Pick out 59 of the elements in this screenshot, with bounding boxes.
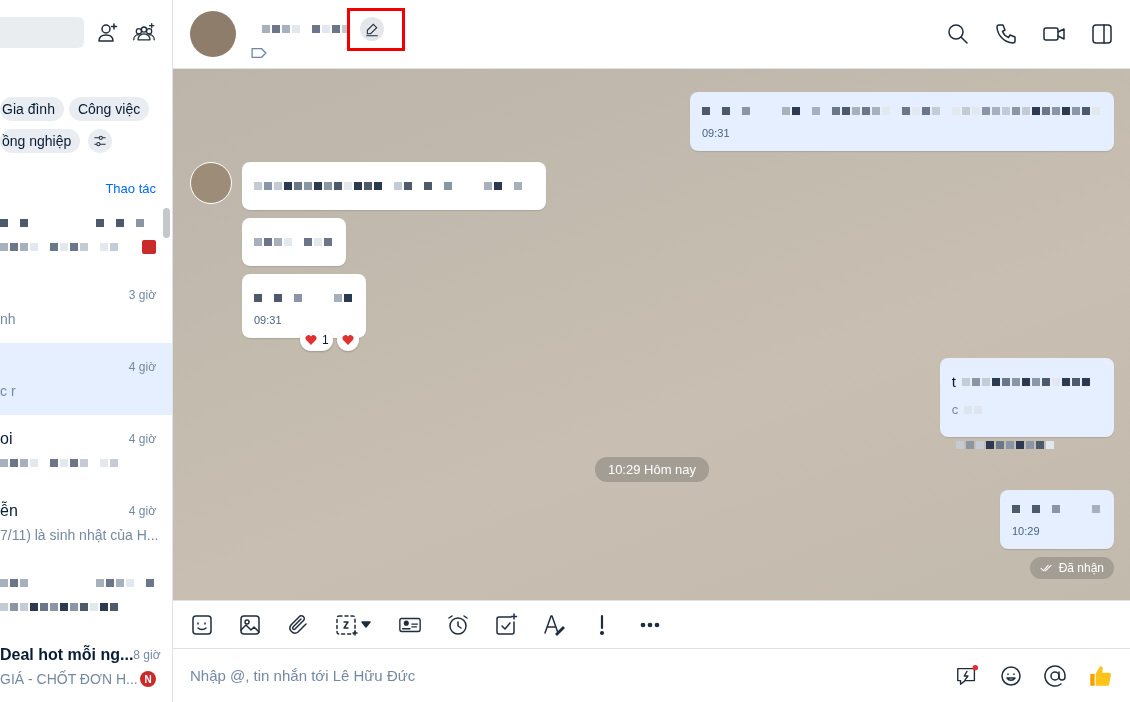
search-icon[interactable] bbox=[946, 22, 970, 46]
date-divider: 10:29 Hôm nay bbox=[594, 457, 710, 482]
pixelated-text bbox=[0, 579, 30, 587]
action-link[interactable]: Thao tác bbox=[105, 181, 156, 196]
message-preview: c r bbox=[0, 383, 16, 399]
timestamp: 4 giờ bbox=[128, 504, 156, 518]
scrollbar-thumb[interactable] bbox=[163, 208, 170, 238]
pencil-icon bbox=[364, 21, 380, 37]
filter-settings-button[interactable] bbox=[88, 129, 113, 153]
image-icon[interactable] bbox=[238, 612, 262, 637]
conversation-item[interactable]: Deal hot mỗi ng...8 giờ GIÁ - CHỐT ĐƠN H... N bbox=[0, 631, 172, 702]
message-time: 10:29 bbox=[1012, 525, 1041, 537]
add-friend-icon[interactable] bbox=[96, 20, 120, 45]
photo-placeholder[interactable] bbox=[190, 11, 236, 57]
pixelated-text bbox=[0, 219, 30, 227]
smiley-icon[interactable] bbox=[999, 663, 1023, 688]
filter-tag[interactable]: Gia đình bbox=[0, 97, 64, 121]
tag-icon[interactable] bbox=[250, 47, 268, 59]
heart-icon bbox=[340, 333, 355, 347]
contact-name: ễn bbox=[0, 502, 18, 520]
timestamp: 4 giờ bbox=[128, 360, 156, 374]
text-format-icon[interactable] bbox=[542, 612, 566, 637]
delivery-status: Đã nhận bbox=[1029, 557, 1114, 579]
notification-badge: N bbox=[140, 671, 156, 687]
edit-name-button[interactable] bbox=[360, 17, 384, 41]
message-preview: 7/11) là sinh nhật của H... bbox=[0, 527, 159, 543]
alarm-clock-icon[interactable] bbox=[446, 612, 470, 637]
screenshot-icon[interactable] bbox=[334, 612, 374, 637]
timestamp: 8 giờ bbox=[133, 648, 161, 662]
message-text: t bbox=[951, 373, 956, 390]
message-time: 09:31 bbox=[254, 314, 283, 326]
contact-name: oi bbox=[0, 430, 13, 448]
highlight-box bbox=[347, 8, 405, 51]
message-preview: GIÁ - CHỐT ĐƠN H... bbox=[0, 671, 138, 687]
contact-name: Deal hot mỗi ng... bbox=[0, 646, 134, 664]
photo-placeholder[interactable] bbox=[190, 162, 232, 204]
heart-icon bbox=[304, 333, 318, 347]
sliders-icon bbox=[92, 133, 109, 149]
phone-icon[interactable] bbox=[994, 22, 1018, 46]
side-panel-icon[interactable] bbox=[1090, 22, 1114, 46]
timestamp: 4 giờ bbox=[128, 432, 156, 446]
filter-tag[interactable]: ồng nghiệp bbox=[0, 129, 81, 153]
task-checkbox-icon[interactable] bbox=[494, 612, 518, 637]
double-check-icon bbox=[1039, 563, 1054, 573]
message-time: 09:31 bbox=[702, 127, 731, 139]
sticker-icon[interactable] bbox=[190, 612, 214, 637]
reaction-pill[interactable] bbox=[336, 329, 359, 351]
conversation-item[interactable]: oi 4 giờ bbox=[0, 415, 172, 487]
filter-tag[interactable]: Công việc bbox=[68, 97, 150, 121]
message-preview: nh bbox=[0, 311, 16, 327]
quick-message-icon[interactable] bbox=[955, 663, 979, 688]
reaction-pill[interactable]: 1 bbox=[300, 329, 333, 351]
timestamp: 3 giờ bbox=[128, 288, 156, 302]
conversation-item[interactable]: 3 giờ nh bbox=[0, 271, 172, 343]
mention-icon[interactable] bbox=[1043, 663, 1067, 688]
message-text: c bbox=[951, 402, 959, 417]
paperclip-icon[interactable] bbox=[286, 612, 310, 637]
pixelated-text bbox=[96, 579, 156, 587]
conversation-item[interactable]: ễn 4 giờ 7/11) là sinh nhật của H... bbox=[0, 487, 172, 559]
